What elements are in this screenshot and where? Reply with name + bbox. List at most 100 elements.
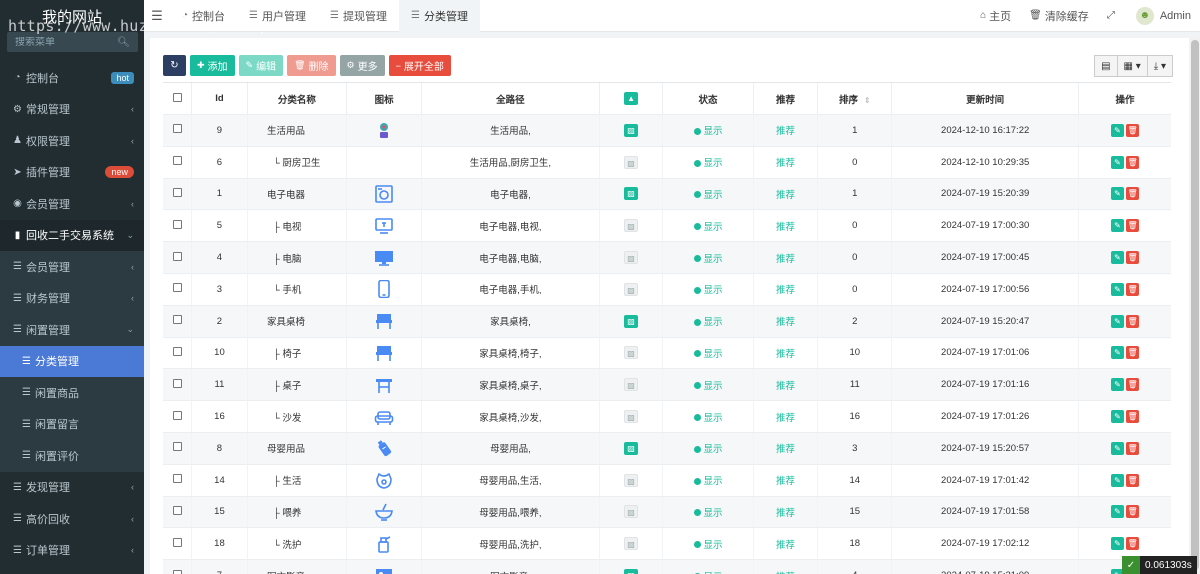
row-checkbox[interactable] (172, 410, 182, 420)
sitemap-icon[interactable]: ▨ (624, 219, 639, 233)
sitemap-icon[interactable]: ▨ (624, 410, 639, 424)
clear-cache-button[interactable]: 🗑︎ 清除缓存 (1020, 8, 1098, 24)
status-badge[interactable]: 显示 (693, 349, 723, 360)
collapse-all-icon[interactable]: ▲ (624, 92, 639, 105)
status-badge[interactable]: 显示 (693, 381, 723, 392)
edit-row-button[interactable]: ✎ (1111, 187, 1125, 201)
sidebar-item[interactable]: ➤ 插件管理 new (0, 157, 144, 189)
status-badge[interactable]: 显示 (693, 540, 723, 551)
row-checkbox[interactable] (172, 156, 182, 166)
sitemap-icon[interactable]: ▨ (624, 569, 639, 574)
delete-row-button[interactable]: 🗑︎ (1126, 505, 1140, 519)
page-scrollbar[interactable] (1190, 38, 1200, 574)
status-badge[interactable]: 显示 (693, 476, 723, 487)
add-button[interactable]: ✚ 添加 (190, 55, 235, 76)
status-badge[interactable]: 显示 (693, 444, 723, 455)
edit-row-button[interactable]: ✎ (1111, 314, 1125, 328)
table-row[interactable]: 9 生活用品 生活用品, ▨ 显示 推荐 1 2024-12-10 16:17:22 ✎ 🗑︎ (163, 114, 1171, 147)
recommend-label[interactable]: 推荐 (776, 254, 795, 265)
fullscreen-button[interactable]: ⤢ (1098, 10, 1127, 21)
recommend-label[interactable]: 推荐 (776, 413, 795, 424)
edit-row-button[interactable]: ✎ (1111, 123, 1125, 137)
sitemap-icon[interactable]: ▨ (624, 346, 639, 360)
edit-row-button[interactable]: ✎ (1111, 505, 1125, 519)
status-badge[interactable]: 显示 (693, 158, 723, 169)
table-row[interactable]: 4 ├ 电脑 电子电器,电脑, ▨ 显示 推荐 0 2024-07-19 17:00:45 ✎ 🗑… (163, 241, 1171, 274)
status-badge[interactable]: 显示 (693, 508, 723, 519)
edit-row-button[interactable]: ✎ (1111, 251, 1125, 265)
sidebar-item[interactable]: ☰ 高价回收 ‹ (0, 503, 144, 535)
edit-button[interactable]: ✎ 编辑 (238, 55, 284, 76)
row-checkbox[interactable] (172, 378, 182, 388)
recommend-label[interactable]: 推荐 (776, 126, 795, 137)
sitemap-icon[interactable]: ▨ (624, 473, 639, 487)
row-checkbox[interactable] (172, 187, 182, 197)
edit-row-button[interactable]: ✎ (1111, 219, 1125, 233)
delete-row-button[interactable]: 🗑︎ (1126, 282, 1140, 296)
row-checkbox[interactable] (172, 537, 182, 547)
table-row[interactable]: 2 家具桌椅 家具桌椅, ▨ 显示 推荐 2 2024-07-19 15:20:47 ✎ 🗑︎ (163, 305, 1171, 338)
toggle-view-button[interactable]: ▤ (1094, 55, 1118, 77)
admin-menu[interactable]: ☻ Admin (1127, 6, 1200, 25)
delete-button[interactable]: 🗑︎ 删除 (287, 55, 336, 76)
table-row[interactable]: 8 母婴用品 母婴用品, ▨ 显示 推荐 3 2024-07-19 15:20:57 ✎ 🗑︎ (163, 432, 1171, 465)
row-checkbox[interactable] (172, 505, 182, 515)
sidebar-item[interactable]: ☰ 闲置管理 ⌄ (0, 314, 144, 346)
status-badge[interactable]: 显示 (693, 254, 723, 265)
table-row[interactable]: 5 ├ 电视 电子电器,电视, ▨ 显示 推荐 0 2024-07-19 17:00:30 ✎ 🗑… (163, 209, 1171, 243)
delete-row-button[interactable]: 🗑︎ (1126, 441, 1140, 455)
edit-row-button[interactable]: ✎ (1111, 378, 1125, 392)
sidebar-toggle-icon[interactable]: ☰ (144, 8, 170, 24)
edit-row-button[interactable]: ✎ (1111, 155, 1125, 169)
table-row[interactable]: 16 └ 沙发 家具桌椅,沙发, ▨ 显示 推荐 16 2024-07-19 17:01:26… (163, 400, 1171, 433)
status-badge[interactable]: 显示 (693, 126, 723, 137)
recommend-label[interactable]: 推荐 (776, 222, 795, 233)
edit-row-button[interactable]: ✎ (1111, 410, 1125, 424)
delete-row-button[interactable]: 🗑︎ (1126, 346, 1140, 360)
delete-row-button[interactable]: 🗑︎ (1126, 123, 1140, 137)
status-badge[interactable]: 显示 (693, 285, 723, 296)
table-row[interactable]: 11 ├ 桌子 家具桌椅,桌子, ▨ 显示 推荐 11 2024-07-19 17:01:16… (163, 368, 1171, 402)
edit-row-button[interactable]: ✎ (1111, 441, 1125, 455)
edit-row-button[interactable]: ✎ (1111, 473, 1125, 487)
recommend-label[interactable]: 推荐 (776, 508, 795, 519)
nav-tab[interactable]: ☰ 提现管理 (318, 0, 399, 32)
row-checkbox[interactable] (172, 442, 182, 452)
recommend-label[interactable]: 推荐 (776, 540, 795, 551)
sidebar-item[interactable]: ◉ 会员管理 ‹ (0, 188, 144, 220)
sitemap-icon[interactable]: ▨ (624, 187, 639, 201)
sitemap-icon[interactable]: ▨ (624, 314, 639, 328)
nav-tab[interactable]: ☰ 用户管理 (237, 0, 318, 32)
sitemap-icon[interactable]: ▨ (624, 441, 639, 455)
delete-row-button[interactable]: 🗑︎ (1126, 251, 1140, 265)
table-row[interactable]: 7图文影音图文影音,▨显示推荐42024-07-19 15:21:09✎🗑︎ (163, 559, 1171, 574)
edit-row-button[interactable]: ✎ (1111, 282, 1125, 296)
status-badge[interactable]: 显示 (693, 317, 723, 328)
sitemap-icon[interactable]: ▨ (624, 155, 639, 169)
header-weigh[interactable]: 排序 ⇕ (817, 82, 892, 115)
delete-row-button[interactable]: 🗑︎ (1126, 219, 1140, 233)
more-button[interactable]: ⚙︎ 更多 (339, 55, 385, 76)
search-icon[interactable]: 🔍︎ (117, 37, 130, 48)
row-checkbox[interactable] (172, 315, 182, 325)
recommend-label[interactable]: 推荐 (776, 381, 795, 392)
status-badge[interactable]: 显示 (693, 413, 723, 424)
row-checkbox[interactable] (172, 346, 182, 356)
refresh-button[interactable]: ↻ (163, 55, 186, 76)
recommend-label[interactable]: 推荐 (776, 476, 795, 487)
site-brand[interactable]: 我的网站 (0, 0, 144, 32)
table-row[interactable]: 6 └ 厨房卫生 生活用品,厨房卫生, ▨ 显示 推荐 0 2024-12-10 10:29:… (163, 146, 1171, 179)
scrollbar-thumb[interactable] (1191, 40, 1199, 570)
status-badge[interactable]: 显示 (693, 222, 723, 233)
table-row[interactable]: 15 ├ 喂养 母婴用品,喂养, ▨ 显示 推荐 15 2024-07-19 17:01:58… (163, 496, 1171, 529)
table-row[interactable]: 3 └ 手机 电子电器,手机, ▨ 显示 推荐 0 2024-07-19 17:00:56 ✎ 🗑… (163, 273, 1171, 306)
delete-row-button[interactable]: 🗑︎ (1126, 473, 1140, 487)
sitemap-icon[interactable]: ▨ (624, 537, 639, 551)
delete-row-button[interactable]: 🗑︎ (1126, 155, 1140, 169)
sidebar-item[interactable]: ☰ 分类管理 (0, 345, 144, 377)
sidebar-item[interactable]: ◔ 控制台 hot (0, 62, 144, 94)
sitemap-icon[interactable]: ▨ (624, 123, 639, 137)
columns-button[interactable]: ▦ ▾ (1116, 55, 1148, 77)
expand-all-button[interactable]: − 展开全部 (388, 55, 451, 76)
sidebar-item[interactable]: ☰ 闲置评价 (0, 440, 144, 472)
